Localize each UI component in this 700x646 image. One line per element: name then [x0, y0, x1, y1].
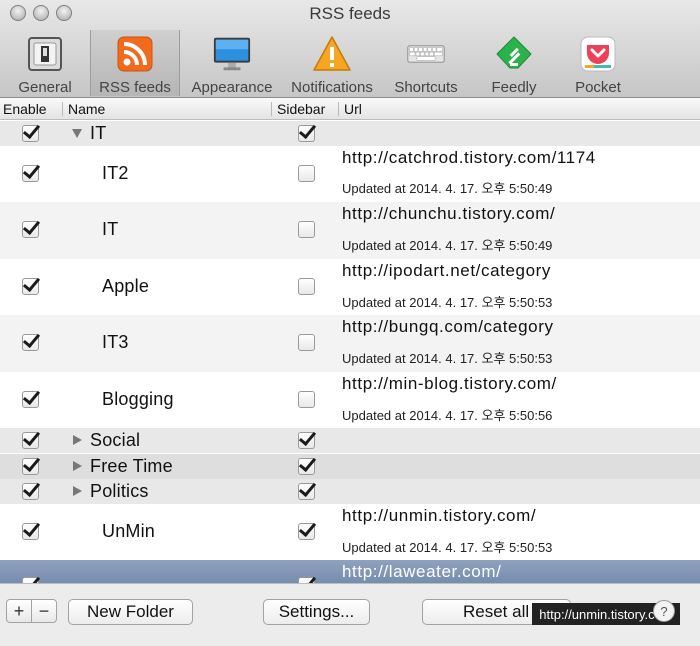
preference-tabs: General RSS feeds Appearance Notificatio… [0, 30, 640, 98]
window-title: RSS feeds [309, 4, 391, 23]
sidebar-checkbox[interactable] [298, 432, 315, 449]
sidebar-checkbox[interactable] [298, 483, 315, 500]
tab-rss-feeds-label: RSS feeds [99, 79, 171, 96]
sidebar-checkbox[interactable] [298, 125, 315, 142]
enable-checkbox[interactable] [22, 278, 39, 295]
feed-updated-time: Updated at 2014. 4. 17. 오후 5:50:56 [342, 408, 553, 423]
help-button[interactable]: ? [653, 600, 675, 622]
pocket-icon [578, 35, 618, 73]
enable-checkbox[interactable] [22, 523, 39, 540]
tab-pocket[interactable]: Pocket [556, 30, 640, 96]
tab-feedly[interactable]: Feedly [472, 30, 556, 96]
feed-name: Apple [102, 276, 150, 296]
tab-pocket-label: Pocket [575, 79, 621, 96]
column-header-name[interactable]: Name [61, 101, 105, 117]
enable-checkbox[interactable] [22, 334, 39, 351]
enable-checkbox[interactable] [22, 483, 39, 500]
disclosure-collapsed-icon[interactable] [73, 435, 82, 445]
tab-rss-feeds[interactable]: RSS feeds [90, 30, 180, 96]
disclosure-expanded-icon[interactable] [72, 129, 82, 138]
folder-name: Social [90, 430, 141, 450]
column-header-enable[interactable]: Enable [3, 101, 47, 117]
folder-row[interactable]: Free Time [0, 454, 700, 479]
feed-row[interactable]: IT2 http://catchrod.tistory.com/1174 Upd… [0, 146, 700, 202]
tab-notifications-label: Notifications [291, 79, 373, 96]
feed-url: http://chunchu.tistory.com/ [342, 204, 556, 223]
feed-url: http://catchrod.tistory.com/1174 [342, 148, 596, 167]
folder-row[interactable]: IT [0, 121, 700, 146]
tab-appearance-label: Appearance [191, 79, 273, 96]
feedly-icon [494, 35, 534, 73]
feed-updated-time: Updated at 2014. 4. 17. 오후 5:50:53 [342, 351, 553, 366]
feed-url: http://unmin.tistory.com/ [342, 506, 537, 525]
feed-name: IT [102, 219, 119, 239]
feed-row-selected[interactable]: http://laweater.com/ [0, 560, 700, 583]
sidebar-checkbox[interactable] [298, 221, 315, 238]
folder-row[interactable]: Politics [0, 479, 700, 504]
tab-shortcuts-label: Shortcuts [394, 79, 458, 96]
tab-feedly-label: Feedly [491, 79, 537, 96]
feed-updated-time: Updated at 2014. 4. 17. 오후 5:50:49 [342, 238, 553, 253]
tab-notifications[interactable]: Notifications [284, 30, 380, 96]
folder-name: Politics [90, 481, 149, 501]
rss-icon [115, 35, 155, 73]
feed-row[interactable]: UnMin http://unmin.tistory.com/ Updated … [0, 504, 700, 560]
feed-row[interactable]: IT3 http://bungq.com/category Updated at… [0, 315, 700, 372]
feed-updated-time: Updated at 2014. 4. 17. 오후 5:50:53 [342, 540, 553, 555]
feed-row[interactable]: Blogging http://min-blog.tistory.com/ Up… [0, 372, 700, 428]
enable-checkbox[interactable] [22, 391, 39, 408]
folder-name: Free Time [90, 456, 173, 476]
sidebar-checkbox[interactable] [298, 165, 315, 182]
enable-checkbox[interactable] [22, 458, 39, 475]
settings-button[interactable]: Settings... [263, 599, 370, 625]
remove-feed-button[interactable]: − [31, 599, 57, 623]
feed-url: http://bungq.com/category [342, 317, 554, 336]
warning-icon [312, 35, 352, 73]
folder-row[interactable]: Social [0, 428, 700, 453]
tab-general-label: General [18, 79, 72, 96]
feed-name: IT2 [102, 163, 129, 183]
feed-name: Blogging [102, 389, 174, 409]
bottom-bar: + − New Folder Settings... Reset all htt… [0, 583, 700, 646]
disclosure-collapsed-icon[interactable] [73, 486, 82, 496]
feed-row[interactable]: IT http://chunchu.tistory.com/ Updated a… [0, 202, 700, 259]
feed-url: http://min-blog.tistory.com/ [342, 374, 557, 393]
folder-name: IT [90, 123, 107, 143]
table-header: Enable Name Sidebar Url [0, 98, 700, 120]
sidebar-checkbox[interactable] [298, 391, 315, 408]
column-header-url[interactable]: Url [338, 101, 362, 117]
disclosure-collapsed-icon[interactable] [73, 461, 82, 471]
sidebar-checkbox[interactable] [298, 458, 315, 475]
feed-url: http://ipodart.net/category [342, 261, 551, 280]
tab-shortcuts[interactable]: Shortcuts [380, 30, 472, 96]
column-header-sidebar[interactable]: Sidebar [270, 101, 325, 117]
feed-url: http://laweater.com/ [342, 562, 502, 581]
feed-name: UnMin [102, 521, 156, 541]
sidebar-checkbox[interactable] [298, 278, 315, 295]
enable-checkbox[interactable] [22, 432, 39, 449]
feed-row[interactable]: Apple http://ipodart.net/category Update… [0, 259, 700, 315]
keyboard-icon [406, 35, 446, 73]
tab-appearance[interactable]: Appearance [180, 30, 284, 96]
feeds-table: Enable Name Sidebar Url IT IT2 http://ca… [0, 98, 700, 583]
sidebar-checkbox[interactable] [298, 523, 315, 540]
sidebar-checkbox[interactable] [298, 334, 315, 351]
feed-updated-time: Updated at 2014. 4. 17. 오후 5:50:53 [342, 295, 553, 310]
enable-checkbox[interactable] [22, 165, 39, 182]
monitor-icon [212, 35, 252, 73]
add-feed-button[interactable]: + [6, 599, 32, 623]
new-folder-button[interactable]: New Folder [68, 599, 193, 625]
enable-checkbox[interactable] [22, 125, 39, 142]
feed-updated-time: Updated at 2014. 4. 17. 오후 5:50:49 [342, 181, 553, 196]
feed-name: IT3 [102, 332, 129, 352]
tab-general[interactable]: General [0, 30, 90, 96]
preferences-toolbar: RSS feeds General RSS feeds Appearance N… [0, 0, 700, 98]
switch-icon [25, 35, 65, 73]
enable-checkbox[interactable] [22, 221, 39, 238]
